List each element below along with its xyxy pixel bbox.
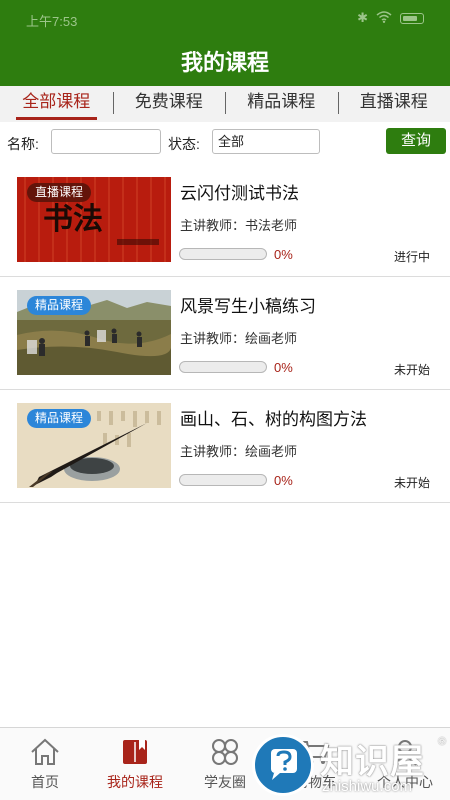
course-item[interactable]: 书法 直播课程 云闪付测试书法 主讲教师：书法老师 0% 进行中 [0, 164, 450, 277]
book-icon [123, 740, 147, 764]
progress-percent: 0% [274, 360, 293, 375]
status-time: 上午7:53 [26, 14, 78, 29]
status-select[interactable]: 全部 [212, 129, 320, 154]
course-item[interactable]: 精品课程 风景写生小稿练习 主讲教师：绘画老师 0% 未开始 [0, 277, 450, 390]
tab-label: 精品课程 [247, 92, 316, 111]
course-teacher: 主讲教师：书法老师 [180, 218, 298, 233]
progress-percent: 0% [274, 247, 293, 262]
filter-bar: 名称: 状态: 全部 查询 [0, 122, 450, 162]
tab-free-courses[interactable]: 免费课程 [112, 86, 226, 122]
status-bar: 上午7:53 ✱ [0, 0, 450, 38]
course-item[interactable]: 精品课程 画山、石、树的构图方法 主讲教师：绘画老师 0% 未开始 [0, 390, 450, 503]
wifi-icon [376, 10, 392, 26]
page-title: 我的课程 [0, 38, 450, 86]
query-button[interactable]: 查询 [386, 128, 446, 154]
tab-all-courses[interactable]: 全部课程 [0, 86, 113, 122]
course-badge: 精品课程 [27, 296, 92, 315]
tabbar-my-courses[interactable]: 我的课程 [90, 728, 180, 800]
course-badge: 直播课程 [27, 183, 92, 202]
name-label: 名称: [7, 136, 39, 152]
course-tabs: 全部课程 免费课程 精品课程 直播课程 [0, 86, 450, 122]
course-title: 风景写生小稿练习 [180, 297, 316, 316]
battery-icon [400, 12, 424, 24]
watermark-registered: ® [438, 736, 447, 748]
bluetooth-icon: ✱ [357, 10, 368, 25]
course-thumbnail: 精品课程 [17, 290, 171, 375]
tab-label: 直播课程 [359, 92, 428, 111]
course-status: 未开始 [393, 476, 430, 490]
tabbar-label: 我的课程 [107, 774, 163, 790]
tab-live-courses[interactable]: 直播课程 [337, 86, 450, 122]
progress-percent: 0% [274, 473, 293, 488]
tab-label: 免费课程 [134, 92, 203, 111]
home-icon [31, 738, 59, 765]
course-thumbnail: 书法 直播课程 [17, 177, 171, 262]
watermark: 知识屋 ® zhishiwu.com [252, 732, 450, 800]
tab-active-underline [16, 117, 97, 120]
tabbar-label: 首页 [31, 774, 59, 790]
clover-icon [212, 739, 238, 765]
course-teacher: 主讲教师：绘画老师 [180, 331, 298, 346]
progress-bar [179, 361, 267, 373]
tab-label: 全部课程 [22, 92, 91, 111]
course-badge: 精品课程 [27, 409, 92, 428]
course-title: 画山、石、树的构图方法 [180, 410, 367, 429]
progress-bar [179, 474, 267, 486]
course-teacher: 主讲教师：绘画老师 [180, 444, 298, 459]
watermark-url: zhishiwu.com [322, 778, 413, 795]
watermark-brand: 知识屋 [320, 743, 425, 781]
course-status: 进行中 [393, 250, 430, 264]
tabbar-home[interactable]: 首页 [0, 728, 90, 800]
name-input[interactable] [51, 129, 161, 154]
thumbnail-title-text: 书法 [43, 202, 103, 237]
status-label: 状态: [168, 136, 200, 152]
status-icons: ✱ [357, 10, 424, 26]
question-mark-icon [271, 749, 297, 780]
course-list: 书法 直播课程 云闪付测试书法 主讲教师：书法老师 0% 进行中 精品课程 风景… [0, 164, 450, 503]
course-title: 云闪付测试书法 [180, 184, 299, 203]
course-status: 未开始 [393, 363, 430, 377]
progress-bar [179, 248, 267, 260]
course-thumbnail: 精品课程 [17, 403, 171, 488]
tab-premium-courses[interactable]: 精品课程 [225, 86, 338, 122]
